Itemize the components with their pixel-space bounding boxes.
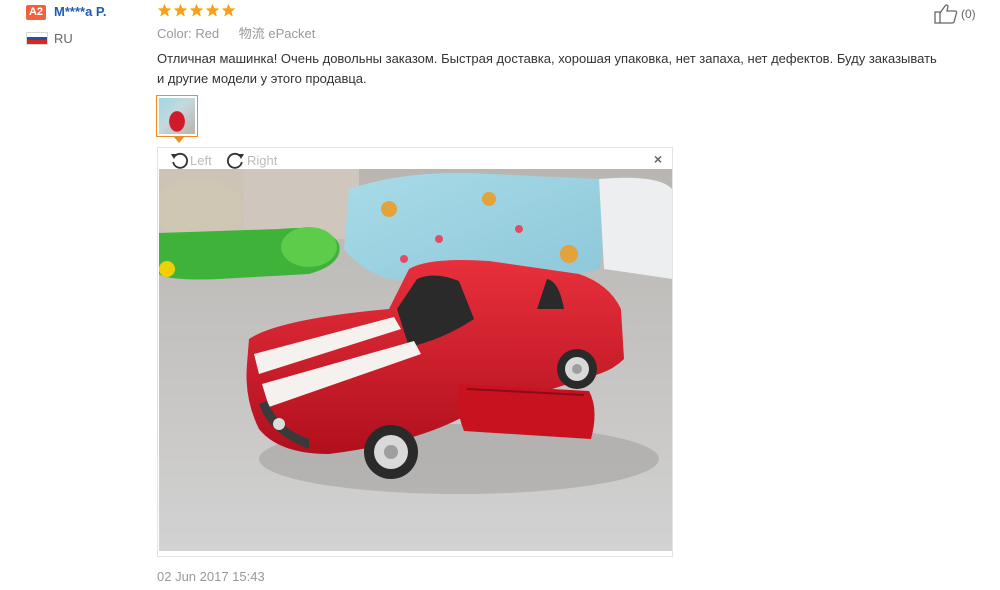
helpful-button[interactable]: (0) (933, 3, 976, 25)
review-photo (159, 169, 672, 551)
thumbnail-pointer (174, 137, 184, 143)
country-flag-icon (26, 32, 48, 45)
helpful-count: (0) (961, 7, 976, 21)
thumbs-up-icon (934, 4, 958, 24)
toy-car-photo (159, 169, 672, 551)
star-rating (157, 3, 236, 18)
color-value: Red (195, 26, 220, 41)
reviewer-country: RU (54, 31, 73, 46)
star-icon (157, 3, 172, 17)
review-photo-thumbnail[interactable] (156, 95, 198, 137)
photo-viewer: Left Right × (157, 147, 673, 557)
rotate-left-label: Left (190, 152, 212, 168)
star-icon (205, 3, 220, 17)
thumbnail-image (159, 98, 195, 134)
rotate-left-icon (171, 152, 188, 169)
star-icon (221, 3, 236, 17)
rotate-right-button[interactable]: Right (226, 150, 277, 170)
rotate-right-icon (227, 152, 244, 169)
rotate-right-label: Right (247, 152, 278, 168)
review-text: Отличная машинка! Очень довольны заказом… (157, 51, 937, 86)
shipping-method: 物流 ePacket (238, 26, 316, 41)
buyer-level-badge: A2 (26, 5, 46, 20)
sku-info: Color: Red 物流 ePacket (157, 25, 315, 43)
star-icon (189, 3, 204, 17)
rotate-left-button[interactable]: Left (169, 150, 212, 170)
color-label: Color: (157, 26, 192, 41)
close-icon[interactable]: × (654, 151, 662, 167)
reviewer-name[interactable]: M****a P. (54, 3, 107, 21)
review-date: 02 Jun 2017 15:43 (157, 569, 265, 584)
star-icon (173, 3, 188, 17)
